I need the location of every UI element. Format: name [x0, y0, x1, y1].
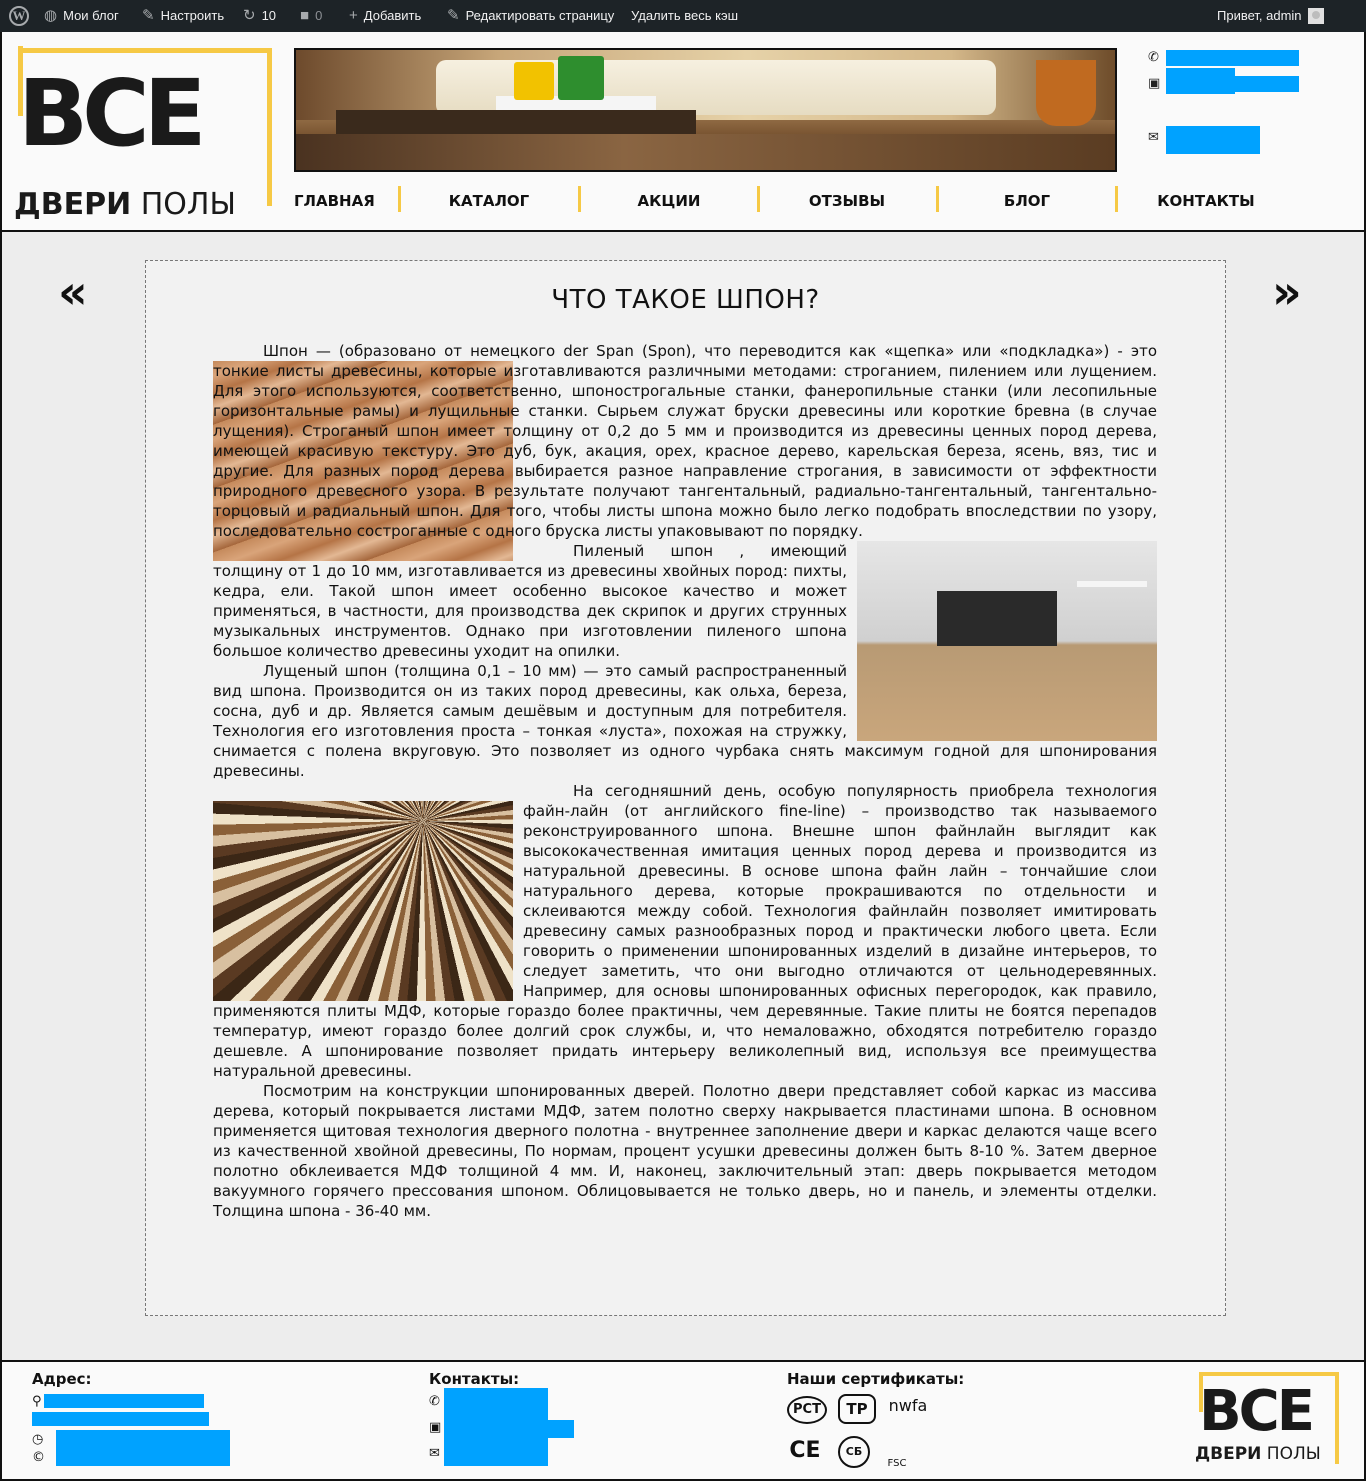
- main-content: « » ЧТО ТАКОЕ ШПОН? Шпон — (образовано о…: [0, 232, 1366, 1360]
- logo-text-small: ДВЕРИ ПОЛЫ: [14, 188, 242, 222]
- banner-floor: [296, 134, 1115, 170]
- updates-link[interactable]: ↻ 10: [243, 0, 276, 32]
- phone-redacted: [1166, 50, 1299, 66]
- cert-rst-icon: РСТ: [787, 1396, 827, 1424]
- nav-divider: [1115, 186, 1118, 212]
- address-redacted: [44, 1394, 204, 1408]
- banner-table: [336, 110, 696, 134]
- my-blog-label: Мои блог: [63, 8, 119, 23]
- nav-divider: [578, 186, 581, 212]
- cert-tr-icon: ТР: [838, 1394, 876, 1424]
- phone-redacted-2: [1166, 68, 1235, 94]
- updates-icon: ↻: [243, 7, 256, 24]
- banner-plant-pot: [1036, 60, 1096, 126]
- nav-promotions[interactable]: АКЦИИ: [624, 184, 714, 218]
- contacts-redacted-2: [548, 1420, 574, 1438]
- email-redacted[interactable]: [1166, 126, 1260, 154]
- comments-count: 0: [315, 8, 323, 23]
- site-logo[interactable]: ВСЕ ДВЕРИ ПОЛЫ: [12, 46, 274, 222]
- nav-divider: [936, 186, 939, 212]
- logo-doors: ДВЕРИ: [14, 187, 132, 222]
- phone-icon: ✆: [429, 1394, 440, 1409]
- nav-divider: [757, 186, 760, 212]
- banner-yellow-cup: [514, 62, 554, 100]
- map-pin-icon: ⚲: [32, 1394, 42, 1409]
- clock-icon: ◷: [32, 1432, 44, 1447]
- site-header: ВСЕ ДВЕРИ ПОЛЫ ✆ ▣ ✉ ГЛАВНАЯ КАТАЛОГ АКЦ…: [0, 32, 1366, 232]
- mail-icon: ✉: [429, 1446, 440, 1461]
- plus-icon: +: [349, 7, 358, 24]
- edit-page-label: Редактировать страницу: [465, 8, 615, 23]
- paragraph-intro-first: Шпон — (образовано от немецкого der Span…: [213, 341, 1157, 541]
- cert-fsc-icon: FSC: [887, 1458, 907, 1469]
- header-banner-image: [294, 48, 1117, 172]
- article: ЧТО ТАКОЕ ШПОН? Шпон — (образовано от не…: [145, 260, 1226, 1316]
- footer-logo[interactable]: ВСЕ ДВЕРИ ПОЛЫ: [1195, 1370, 1341, 1470]
- my-blog-link[interactable]: ◍ Мои блог: [44, 0, 119, 32]
- add-new-label: Добавить: [363, 8, 422, 23]
- nav-contacts[interactable]: КОНТАКТЫ: [1156, 184, 1256, 218]
- logo-text-big: ВСЕ: [18, 60, 206, 167]
- cert-nwfa-icon: nwfa: [888, 1396, 928, 1415]
- footer-contacts-title: Контакты:: [429, 1370, 520, 1388]
- cert-ce-icon: CE: [789, 1438, 821, 1463]
- veneer-fan-samples-image: [213, 801, 513, 1001]
- account-menu[interactable]: Привет, admin: [1217, 0, 1324, 32]
- paragraph-fineline: На сегодняшний день, особую популярность…: [213, 781, 1157, 1081]
- banner-green-cup: [558, 56, 604, 100]
- clear-cache-link[interactable]: Удалить весь кэш: [631, 0, 738, 32]
- kitchen-floor-image: [857, 541, 1157, 741]
- fax-icon: ▣: [1148, 76, 1161, 91]
- pencil-icon: ✎: [447, 7, 460, 24]
- avatar: [1307, 8, 1324, 24]
- fax-icon: ▣: [429, 1420, 442, 1435]
- comment-icon: ■: [300, 7, 310, 24]
- clear-cache-label: Удалить весь кэш: [631, 8, 739, 23]
- footer-logo-floors: ПОЛЫ: [1261, 1444, 1321, 1464]
- copyright-icon: ©: [32, 1450, 45, 1465]
- nav-blog[interactable]: БЛОГ: [982, 184, 1072, 218]
- customize-label: Настроить: [160, 8, 225, 23]
- comments-link[interactable]: ■ 0: [300, 0, 322, 32]
- paragraph-1: Шпон — (образовано от немецкого der Span…: [213, 342, 1157, 540]
- next-post-arrow-icon[interactable]: »: [1272, 269, 1302, 315]
- fax-redacted: [1234, 76, 1299, 92]
- article-body: Шпон — (образовано от немецкого der Span…: [213, 341, 1157, 1221]
- paragraph-doors: Посмотрим на конструкции шпонированных д…: [213, 1081, 1157, 1221]
- footer-logo-small: ДВЕРИ ПОЛЫ: [1195, 1444, 1325, 1464]
- main-nav: ГЛАВНАЯ КАТАЛОГ АКЦИИ ОТЗЫВЫ БЛОГ КОНТАК…: [294, 184, 1256, 218]
- logo-floors: ПОЛЫ: [131, 187, 236, 222]
- address-redacted-2: [32, 1412, 209, 1426]
- brush-icon: ✎: [142, 7, 155, 24]
- contacts-redacted: [444, 1388, 548, 1466]
- cert-sb-icon: СБ: [838, 1436, 870, 1468]
- footer-logo-doors: ДВЕРИ: [1195, 1444, 1262, 1464]
- article-title: ЧТО ТАКОЕ ШПОН?: [551, 285, 820, 315]
- hours-redacted: [56, 1430, 230, 1466]
- admin-bar: W ◍ Мои блог ✎ Настроить ↻ 10 ■ 0 + Доба…: [0, 0, 1366, 32]
- wordpress-logo-icon[interactable]: W: [9, 0, 29, 32]
- footer-certs-title: Наши сертификаты:: [787, 1370, 965, 1388]
- customize-link[interactable]: ✎ Настроить: [142, 0, 224, 32]
- mail-icon: ✉: [1148, 130, 1159, 145]
- nav-catalog[interactable]: КАТАЛОГ: [444, 184, 534, 218]
- greeting-label: Привет, admin: [1217, 8, 1302, 23]
- add-new-link[interactable]: + Добавить: [349, 0, 421, 32]
- nav-divider: [398, 186, 401, 212]
- footer-address-title: Адрес:: [32, 1370, 92, 1388]
- footer-logo-big: ВСЕ: [1199, 1379, 1315, 1444]
- phone-icon: ✆: [1148, 50, 1159, 65]
- site-footer: Адрес: ⚲ ◷ © Контакты: ✆ ▣ ✉ Наши сертиф…: [0, 1360, 1366, 1481]
- dashboard-icon: ◍: [44, 7, 58, 24]
- paragraph-5: Посмотрим на конструкции шпонированных д…: [213, 1082, 1157, 1220]
- nav-reviews[interactable]: ОТЗЫВЫ: [802, 184, 892, 218]
- nav-home[interactable]: ГЛАВНАЯ: [294, 184, 375, 218]
- prev-post-arrow-icon[interactable]: «: [58, 269, 88, 315]
- edit-page-link[interactable]: ✎ Редактировать страницу: [447, 0, 614, 32]
- updates-count: 10: [261, 8, 277, 23]
